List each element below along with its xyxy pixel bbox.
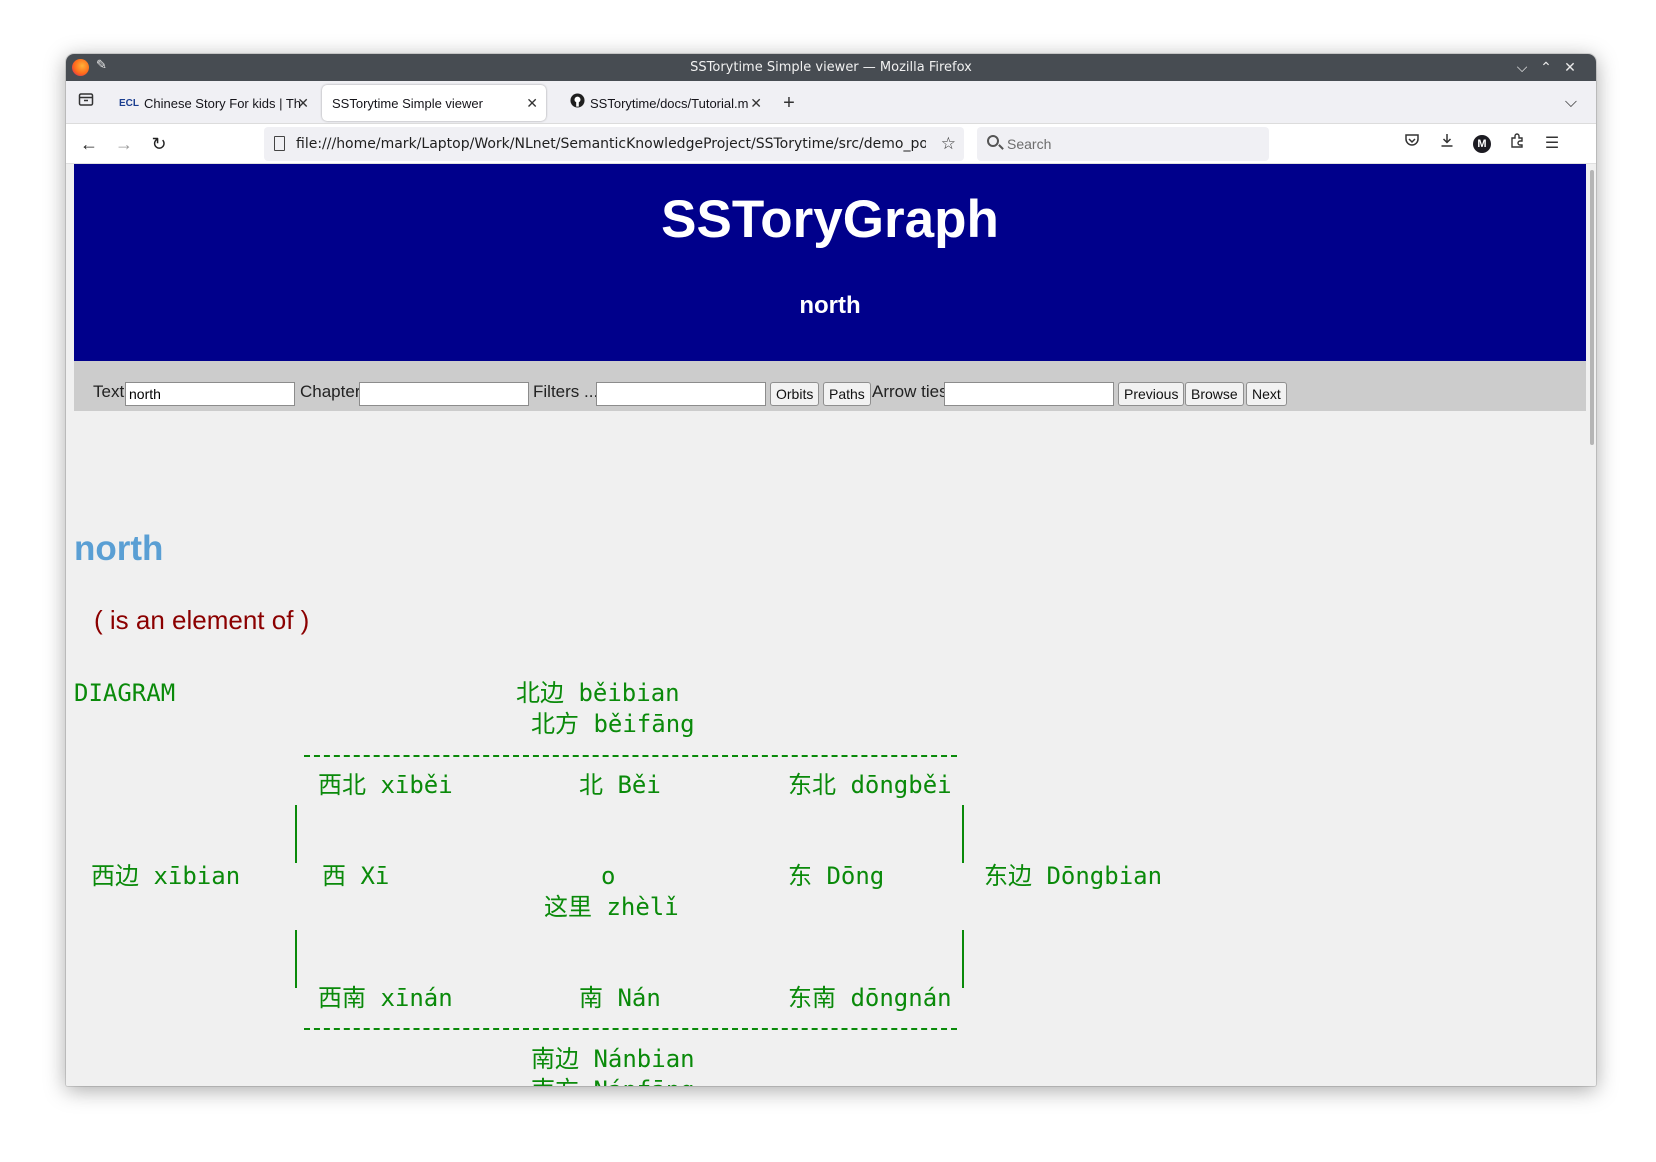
- diagram-north-region-1[interactable]: 北边 běibian: [516, 677, 680, 709]
- page-icon: [274, 136, 285, 151]
- url-bar[interactable]: file:///home/mark/Laptop/Work/NLnet/Sema…: [264, 127, 964, 161]
- tab-overview-icon[interactable]: [69, 85, 103, 121]
- diagram-label: DIAGRAM: [74, 679, 176, 707]
- diagram-here[interactable]: 这里 zhèlǐ: [544, 891, 679, 923]
- diagram-northeast[interactable]: 东北 dōngběi: [788, 769, 952, 801]
- search-placeholder: Search: [1007, 136, 1052, 152]
- diagram-north-region-2[interactable]: 北方 běifāng: [531, 708, 695, 740]
- diagram-bottom-border: [304, 1028, 957, 1030]
- diagram-northwest[interactable]: 西北 xīběi: [318, 769, 453, 801]
- diagram-center: o: [601, 862, 616, 890]
- extensions-icon[interactable]: [1501, 128, 1533, 160]
- diagram-east[interactable]: 东 Dōng: [788, 860, 884, 892]
- minimize-icon[interactable]: ⌵: [1511, 54, 1533, 81]
- menu-icon[interactable]: ☰: [1536, 128, 1568, 160]
- close-tab-icon[interactable]: ✕: [750, 85, 762, 121]
- diagram-east-region[interactable]: 东边 Dōngbian: [984, 860, 1162, 892]
- diagram-south-region-2[interactable]: 南方 Nánfāng: [531, 1074, 695, 1086]
- downloads-icon[interactable]: [1431, 128, 1463, 160]
- ecl-favicon-icon: ECL: [119, 97, 139, 109]
- title-bar: ✎ SSTorytime Simple viewer — Mozilla Fir…: [66, 54, 1596, 81]
- reload-icon[interactable]: ↻: [143, 128, 175, 160]
- list-all-tabs-icon[interactable]: ⌵: [1554, 85, 1588, 121]
- back-icon[interactable]: ←: [73, 128, 105, 160]
- compass-diagram: DIAGRAM 北边 běibian 北方 běifāng 西北 xīběi 北…: [74, 164, 1274, 1086]
- window-title: SSTorytime Simple viewer — Mozilla Firef…: [690, 60, 972, 75]
- tab-github-tutorial[interactable]: SSTorytime/docs/Tutorial.m ✕: [560, 85, 770, 121]
- diagram-left-bar-lower: [295, 930, 297, 988]
- diagram-southeast[interactable]: 东南 dōngnán: [788, 982, 952, 1014]
- diagram-west-region[interactable]: 西边 xībian: [91, 860, 240, 892]
- diagram-right-bar-lower: [962, 930, 964, 988]
- search-bar[interactable]: Search: [977, 127, 1269, 161]
- maximize-icon[interactable]: ⌃: [1535, 54, 1557, 81]
- search-icon: [987, 135, 999, 147]
- github-icon: [570, 86, 585, 121]
- tab-chinese-story[interactable]: ECL Chinese Story For kids | Th ✕: [109, 85, 317, 121]
- vertical-scrollbar[interactable]: [1590, 170, 1594, 445]
- navigation-bar: ← → ↻ file:///home/mark/Laptop/Work/NLne…: [66, 124, 1596, 164]
- avatar-letter: M: [1473, 134, 1491, 153]
- diagram-left-bar-upper: [295, 805, 297, 863]
- browser-window: ✎ SSTorytime Simple viewer — Mozilla Fir…: [66, 54, 1596, 1086]
- diagram-north[interactable]: 北 Běi: [579, 769, 661, 801]
- diagram-top-border: [304, 755, 957, 757]
- account-avatar-icon[interactable]: M: [1466, 128, 1498, 160]
- url-text[interactable]: file:///home/mark/Laptop/Work/NLnet/Sema…: [296, 127, 926, 161]
- close-tab-icon[interactable]: ✕: [297, 85, 309, 121]
- new-tab-icon[interactable]: +: [772, 85, 806, 121]
- forward-icon[interactable]: →: [108, 128, 140, 160]
- diagram-south[interactable]: 南 Nán: [579, 982, 661, 1014]
- close-window-icon[interactable]: ✕: [1559, 54, 1581, 81]
- page-content: SSToryGraph north Text north Chapter Fil…: [66, 164, 1596, 1086]
- tab-label: Chinese Story For kids | Th: [144, 95, 302, 111]
- tab-sstorytime-viewer[interactable]: SSTorytime Simple viewer ✕: [322, 85, 546, 121]
- diagram-southwest[interactable]: 西南 xīnán: [318, 982, 453, 1014]
- diagram-right-bar-upper: [962, 805, 964, 863]
- tab-label: SSTorytime/docs/Tutorial.m: [590, 95, 749, 111]
- pocket-icon[interactable]: [1396, 128, 1428, 160]
- bookmark-star-icon[interactable]: ☆: [941, 127, 956, 161]
- close-tab-icon[interactable]: ✕: [526, 85, 538, 121]
- diagram-south-region-1[interactable]: 南边 Nánbian: [531, 1043, 695, 1075]
- tab-label: SSTorytime Simple viewer: [332, 95, 483, 111]
- diagram-west[interactable]: 西 Xī: [322, 860, 389, 892]
- tab-bar: ECL Chinese Story For kids | Th ✕ SSToryt…: [66, 81, 1596, 124]
